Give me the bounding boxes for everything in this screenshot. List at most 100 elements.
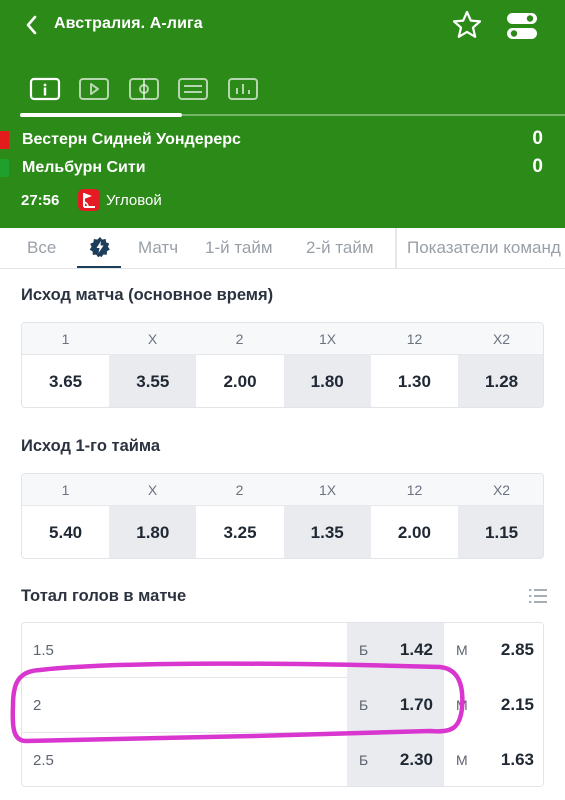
odds-header: 1X <box>318 331 337 347</box>
toggle-icon <box>507 13 537 39</box>
total-line: 1.5 <box>33 642 54 659</box>
total-row: 2.5 Б 2.30 М 1.63 <box>22 733 543 786</box>
odds-button[interactable]: 2.00 <box>371 506 458 558</box>
first-half-title: Исход 1-го тайма <box>21 437 161 455</box>
total-line: 2.5 <box>33 752 54 769</box>
under-odds-button[interactable]: М 2.15 <box>444 678 543 733</box>
totals-title: Тотал голов в матче <box>21 587 187 605</box>
match-time: 27:56 <box>21 192 60 209</box>
odds-value: 3.55 <box>136 372 170 391</box>
under-odds: 1.63 <box>500 750 534 769</box>
odds-button[interactable]: 1.15 <box>458 506 543 558</box>
total-row: 2 Б 1.70 М 2.15 <box>22 678 543 733</box>
under-odds-button[interactable]: М 1.63 <box>444 733 543 786</box>
odds-button[interactable]: 1.80 <box>283 355 371 407</box>
league-title: Австралия. А-лига <box>54 15 203 32</box>
odds-button[interactable]: 2.00 <box>196 355 283 407</box>
view-mode-tabs <box>0 70 565 118</box>
odds-header: 12 <box>406 482 423 498</box>
match-result-table: 1 X 2 1X 12 X2 3.65 3.55 2.00 1.80 1.30 … <box>21 322 544 408</box>
odds-button[interactable]: 1.80 <box>109 506 197 558</box>
home-team-marker <box>0 131 9 149</box>
odds-value: 1.80 <box>136 523 170 542</box>
over-tag: Б <box>359 752 369 768</box>
over-tag: Б <box>359 642 369 658</box>
odds-button[interactable]: 1.30 <box>371 355 458 407</box>
odds-header: X2 <box>492 482 511 498</box>
tab-second-half[interactable]: 2-й тайм <box>306 238 374 258</box>
odds-value: 5.40 <box>49 523 83 542</box>
odds-header-row: 1 X 2 1X 12 X2 <box>22 323 543 355</box>
tabs-divider <box>395 228 397 268</box>
odds-button[interactable]: 3.55 <box>109 355 197 407</box>
team-row-away: Мельбурн Сити 0 <box>0 156 565 182</box>
match-header: Австралия. А-лига Вестерн Сидней Уондере… <box>0 0 565 228</box>
odds-header: X <box>147 331 158 347</box>
odds-value: 3.65 <box>49 372 83 391</box>
lightning-icon <box>89 237 110 258</box>
settings-toggle-button[interactable] <box>506 11 538 41</box>
over-tag: Б <box>359 697 369 713</box>
under-odds: 2.85 <box>500 640 534 659</box>
odds-header: 2 <box>235 331 244 347</box>
under-tag: М <box>456 642 468 658</box>
favorite-button[interactable] <box>451 9 483 41</box>
odds-button[interactable]: 3.65 <box>22 355 109 407</box>
star-icon <box>452 10 482 38</box>
odds-value: 1.28 <box>485 372 519 391</box>
event-label: Угловой <box>106 192 162 209</box>
tab-team-stats[interactable]: Показатели команд <box>407 238 561 258</box>
odds-button[interactable]: 1.35 <box>283 506 371 558</box>
stats-icon <box>228 78 258 100</box>
under-odds-button[interactable]: М 2.85 <box>444 623 543 678</box>
over-odds-button[interactable]: Б 2.30 <box>347 733 444 786</box>
odds-button[interactable]: 5.40 <box>22 506 109 558</box>
odds-value: 2.00 <box>397 523 431 542</box>
odds-header: X2 <box>492 331 511 347</box>
mode-tab-scoreboard[interactable] <box>177 76 209 102</box>
back-button[interactable] <box>18 11 46 39</box>
odds-header: 1 <box>61 482 70 498</box>
odds-button[interactable]: 1.28 <box>458 355 543 407</box>
over-odds: 1.42 <box>399 640 433 659</box>
home-team-score: 0 <box>532 128 543 149</box>
tab-first-half[interactable]: 1-й тайм <box>205 238 273 258</box>
over-odds-button[interactable]: Б 1.42 <box>347 623 444 678</box>
under-tag: М <box>456 752 468 768</box>
active-mode-indicator <box>20 113 182 117</box>
total-line: 2 <box>33 697 42 714</box>
odds-header: X <box>147 482 158 498</box>
away-team-name: Мельбурн Сити <box>22 159 146 176</box>
tab-match[interactable]: Матч <box>138 238 178 258</box>
total-row: 1.5 Б 1.42 М 2.85 <box>22 623 543 678</box>
mode-tabs-divider <box>182 114 565 116</box>
tab-live-highlights[interactable] <box>77 228 121 268</box>
top-bar: Австралия. А-лига <box>0 0 565 52</box>
odds-header: 1 <box>61 331 70 347</box>
under-odds: 2.15 <box>500 695 534 714</box>
odds-button[interactable]: 3.25 <box>196 506 283 558</box>
home-team-name: Вестерн Сидней Уондерерс <box>22 131 241 148</box>
mode-tab-video[interactable] <box>78 76 110 102</box>
list-icon[interactable] <box>529 588 547 604</box>
mode-tab-stats[interactable] <box>227 76 259 102</box>
odds-header: 12 <box>406 331 423 347</box>
mode-tab-info[interactable] <box>29 76 61 102</box>
odds-value: 2.00 <box>223 372 257 391</box>
video-icon <box>79 78 109 100</box>
match-result-title: Исход матча (основное время) <box>21 286 274 304</box>
away-team-marker <box>0 159 9 177</box>
over-odds-button[interactable]: Б 1.70 <box>347 678 444 733</box>
odds-value: 1.15 <box>485 523 519 542</box>
chevron-left-icon <box>26 15 37 35</box>
over-odds: 2.30 <box>399 750 433 769</box>
odds-value: 1.35 <box>310 523 344 542</box>
mode-tab-field[interactable] <box>128 76 160 102</box>
tab-all[interactable]: Все <box>27 238 56 258</box>
corner-flag-icon <box>78 189 100 211</box>
scoreboard-icon <box>178 78 208 100</box>
market-tabs: Все Матч 1-й тайм 2-й тайм Показатели ко… <box>0 228 565 269</box>
info-icon <box>29 77 61 101</box>
totals-table: 1.5 Б 1.42 М 2.85 2 Б 1.70 М 2.15 2.5 Б … <box>21 622 544 787</box>
odds-value: 3.25 <box>223 523 257 542</box>
